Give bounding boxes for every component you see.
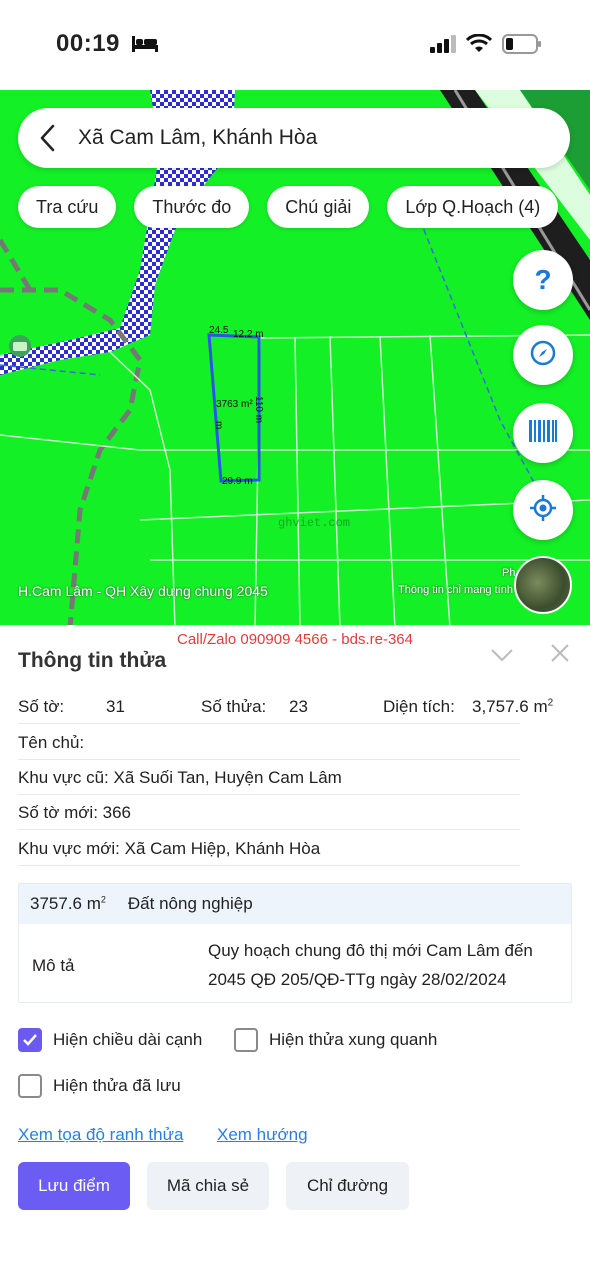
barcode-button[interactable] (513, 403, 573, 463)
my-location-button[interactable] (513, 480, 573, 540)
parcel-edge-label: m (213, 421, 224, 429)
parcel-area-label: 3763 m² (216, 399, 253, 410)
description-label: Mô tả (32, 956, 75, 975)
parcel-edge-label: 24.5 (209, 325, 229, 336)
map-plan-caption: H.Cam Lâm - QH Xây dựng chung 2045 (18, 583, 268, 599)
so-to-label: Số tờ: (18, 697, 65, 716)
checkbox-show-edge-lengths[interactable]: Hiện chiều dài cạnh (18, 1028, 202, 1052)
parcel-edge-label: 12.2 m (233, 329, 264, 340)
checkbox-unchecked-icon[interactable] (234, 1028, 258, 1052)
checkbox-label: Hiện thửa xung quanh (269, 1030, 438, 1049)
cellular-signal-icon (430, 35, 456, 58)
map-canvas: 24.5 12.2 m 3763 m² m 110 m 29.9 m ghvie… (0, 90, 590, 628)
parcel-edge-label: 110 m (253, 396, 264, 423)
locate-crosshair-icon (530, 494, 556, 526)
barcode-icon (529, 419, 557, 447)
chip-chu-giai[interactable]: Chú giải (267, 186, 370, 228)
parcel-info-panel: Call/Zalo 090909 4566 - bds.re-364 Thông… (0, 625, 590, 1280)
wifi-icon (465, 33, 493, 59)
chip-thuoc-do[interactable]: Thước đo (134, 186, 250, 228)
chip-tra-cuu[interactable]: Tra cứu (18, 186, 117, 228)
map-toolbar: Tra cứu Thước đo Chú giải Lớp Q.Hoạch (4… (18, 186, 559, 228)
status-time: 00:19 (56, 30, 120, 57)
status-bar: 00:19 (0, 0, 590, 90)
khu-vuc-moi-row: Khu vực mới: Xã Cam Hiệp, Khánh Hòa (18, 839, 321, 858)
checkbox-label: Hiện chiều dài cạnh (53, 1030, 203, 1049)
sleep-bed-icon (132, 36, 158, 57)
checkbox-unchecked-icon[interactable] (18, 1074, 42, 1098)
search-bar[interactable]: Xã Cam Lâm, Khánh Hòa (18, 108, 570, 168)
map-disclaimer-prefix: Ph (502, 567, 516, 579)
checkbox-show-surrounding[interactable]: Hiện thửa xung quanh (234, 1028, 437, 1052)
map-watermark: ghviet.com (278, 516, 350, 530)
checkbox-label: Hiện thửa đã lưu (53, 1076, 181, 1095)
map-view[interactable]: 24.5 12.2 m 3763 m² m 110 m 29.9 m ghvie… (0, 90, 590, 628)
so-to-moi-row: Số tờ mới: 366 (18, 803, 132, 822)
so-to-value: 31 (106, 697, 125, 716)
land-use-card: 3757.6 m2 Đất nông nghiệp Mô tả Quy hoạc… (18, 883, 572, 1003)
checkbox-show-saved[interactable]: Hiện thửa đã lưu (18, 1074, 181, 1098)
share-code-button[interactable]: Mã chia sẻ (147, 1162, 269, 1210)
dien-tich-number: 3,757.6 m (472, 697, 548, 716)
compass-button[interactable] (513, 325, 573, 385)
parcel-edge-label: 29.9 m (222, 476, 253, 487)
help-button[interactable]: ? (513, 250, 573, 310)
question-mark-icon: ? (534, 264, 552, 295)
khu-vuc-cu-row: Khu vực cũ: Xã Suối Tan, Huyện Cam Lâm (18, 768, 342, 787)
so-thua-value: 23 (289, 697, 308, 716)
dien-tich-label: Diện tích: (383, 697, 455, 716)
satellite-layer-toggle[interactable] (514, 556, 572, 614)
land-area-unit-exp: 2 (100, 894, 106, 905)
chip-lop-quy-hoach[interactable]: Lớp Q.Hoạch (4) (387, 186, 559, 228)
battery-icon (502, 34, 542, 59)
so-thua-label: Số thửa: (201, 697, 267, 716)
land-type: Đất nông nghiệp (127, 894, 253, 913)
land-area: 3757.6 m2 (30, 894, 106, 914)
panel-title: Thông tin thửa (18, 649, 167, 672)
view-direction-link[interactable]: Xem hướng (217, 1125, 308, 1145)
description-text: Quy hoạch chung đô thị mới Cam Lâm đến 2… (208, 941, 533, 989)
chevron-down-icon[interactable] (490, 643, 514, 672)
checkbox-checked-icon[interactable] (18, 1028, 42, 1052)
search-location-text[interactable]: Xã Cam Lâm, Khánh Hòa (78, 126, 317, 150)
dien-tich-unit-exp: 2 (547, 697, 554, 709)
dien-tich-value: 3,757.6 m2 (472, 697, 553, 717)
back-arrow-icon[interactable] (18, 108, 78, 168)
close-icon[interactable] (550, 643, 570, 668)
directions-button[interactable]: Chỉ đường (286, 1162, 409, 1210)
compass-icon (530, 340, 556, 371)
land-use-header: 3757.6 m2 Đất nông nghiệp (19, 884, 571, 924)
land-area-number: 3757.6 m (30, 894, 101, 913)
view-boundary-coords-link[interactable]: Xem tọa độ ranh thửa (18, 1125, 183, 1145)
save-point-button[interactable]: Lưu điểm (18, 1162, 130, 1210)
map-disclaimer: Thông tin chỉ mang tính (398, 584, 513, 596)
ten-chu-row: Tên chủ: (18, 733, 85, 752)
